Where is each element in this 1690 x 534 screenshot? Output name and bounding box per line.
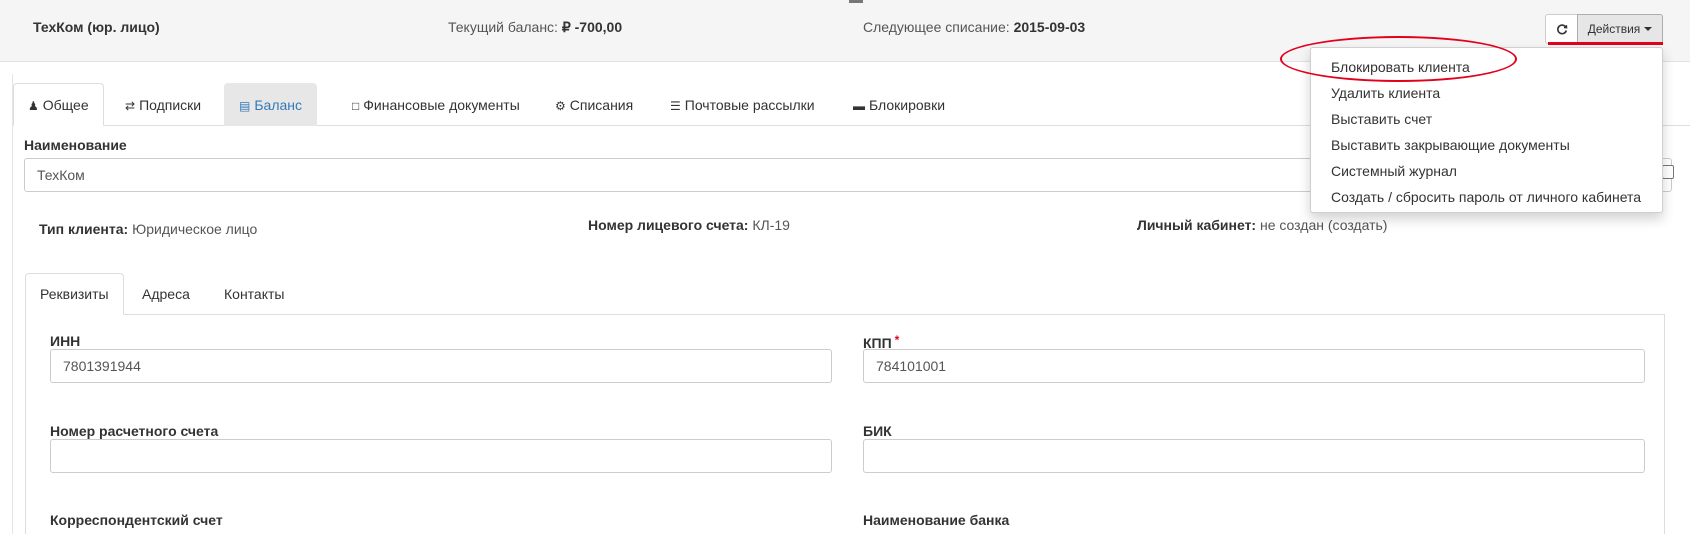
client-name: ТехКом (юр. лицо): [33, 19, 160, 35]
annotation-ellipse: [1280, 36, 1517, 82]
menu-item-system-log[interactable]: Системный журнал: [1311, 158, 1662, 184]
tab-general[interactable]: ♟ Общее: [13, 83, 104, 126]
menu-item-issue-closing-docs[interactable]: Выставить закрывающие документы: [1311, 132, 1662, 158]
tab-label: Подписки: [139, 97, 202, 113]
client-type-value: Юридическое лицо: [132, 221, 258, 237]
tab-label: Списания: [569, 97, 634, 113]
next-charge: Следующее списание: 2015-09-03: [863, 19, 1085, 35]
cabinet-label: Личный кабинет:: [1137, 217, 1257, 233]
caret-down-icon: [1644, 27, 1653, 31]
scroll-notch: [849, 0, 863, 3]
bank-name-label: Наименование банка: [863, 512, 1010, 528]
menu-item-issue-invoice[interactable]: Выставить счет: [1311, 106, 1662, 132]
account-value: КЛ-19: [752, 217, 790, 233]
tab-charges[interactable]: ⚙ Списания: [540, 83, 648, 126]
money-icon: ▤: [239, 99, 251, 113]
tab-addresses[interactable]: Адреса: [127, 273, 205, 315]
tab-label: Почтовые рассылки: [684, 97, 815, 113]
tab-mailings[interactable]: ☰ Почтовые рассылки: [655, 83, 830, 126]
name-label: Наименование: [24, 137, 127, 153]
balance-label: Текущий баланс:: [448, 19, 558, 35]
gear-icon: ⚙: [555, 99, 566, 113]
actions-label: Действия: [1587, 22, 1641, 36]
actions-dropdown-button[interactable]: Действия: [1577, 14, 1663, 44]
exchange-icon: ⇄: [125, 99, 136, 113]
personal-cabinet: Личный кабинет: не создан (создать): [1137, 217, 1387, 233]
tab-subscriptions[interactable]: ⇄ Подписки: [110, 83, 216, 126]
next-charge-label: Следующее списание:: [863, 19, 1010, 35]
account-number-input[interactable]: [50, 439, 832, 473]
requisites-tabs: Реквизиты Адреса Контакты: [25, 273, 1665, 315]
bik-label: БИК: [863, 423, 892, 439]
menu-item-delete-client[interactable]: Удалить клиента: [1311, 80, 1662, 106]
account-number-label: Номер расчетного счета: [50, 423, 219, 439]
balance-value: ₽ -700,00: [561, 19, 623, 35]
bik-input[interactable]: [863, 439, 1645, 473]
personal-account: Номер лицевого счета: КЛ-19: [588, 217, 790, 233]
tab-blocks[interactable]: ▬ Блокировки: [838, 83, 960, 126]
tab-contacts[interactable]: Контакты: [209, 273, 299, 315]
requisites-panel: [25, 314, 1665, 534]
required-marker: *: [894, 333, 900, 347]
current-balance: Текущий баланс: ₽ -700,00: [448, 19, 622, 36]
client-type: Тип клиента: Юридическое лицо: [39, 221, 257, 237]
refresh-icon: [1556, 24, 1567, 35]
file-icon: □: [352, 99, 360, 113]
annotation-underline: [1548, 42, 1663, 45]
tab-financial-documents[interactable]: □ Финансовые документы: [337, 83, 535, 126]
menu-item-reset-password[interactable]: Создать / сбросить пароль от личного каб…: [1311, 184, 1662, 210]
tab-requisites[interactable]: Реквизиты: [25, 273, 124, 315]
create-cabinet-link[interactable]: (создать): [1328, 217, 1388, 233]
account-label: Номер лицевого счета:: [588, 217, 749, 233]
corr-account-label: Корреспондентский счет: [50, 512, 223, 528]
user-icon: ♟: [28, 99, 39, 113]
cabinet-status: не создан: [1259, 217, 1324, 233]
tab-balance[interactable]: ▤ Баланс: [224, 83, 318, 126]
next-charge-date: 2015-09-03: [1013, 19, 1086, 35]
inn-label: ИНН: [50, 333, 81, 349]
inn-input[interactable]: 7801391944: [50, 349, 832, 383]
field-addon-icon[interactable]: [1662, 165, 1674, 179]
client-type-label: Тип клиента:: [39, 221, 129, 237]
tab-label: Финансовые документы: [363, 97, 520, 113]
list-icon: ☰: [670, 99, 681, 113]
refresh-button[interactable]: [1545, 14, 1578, 44]
tab-label: Блокировки: [869, 97, 946, 113]
minus-square-icon: ▬: [853, 99, 865, 113]
kpp-input[interactable]: 784101001: [863, 349, 1645, 383]
tab-label: Общее: [42, 97, 89, 113]
tab-label: Баланс: [254, 97, 303, 113]
